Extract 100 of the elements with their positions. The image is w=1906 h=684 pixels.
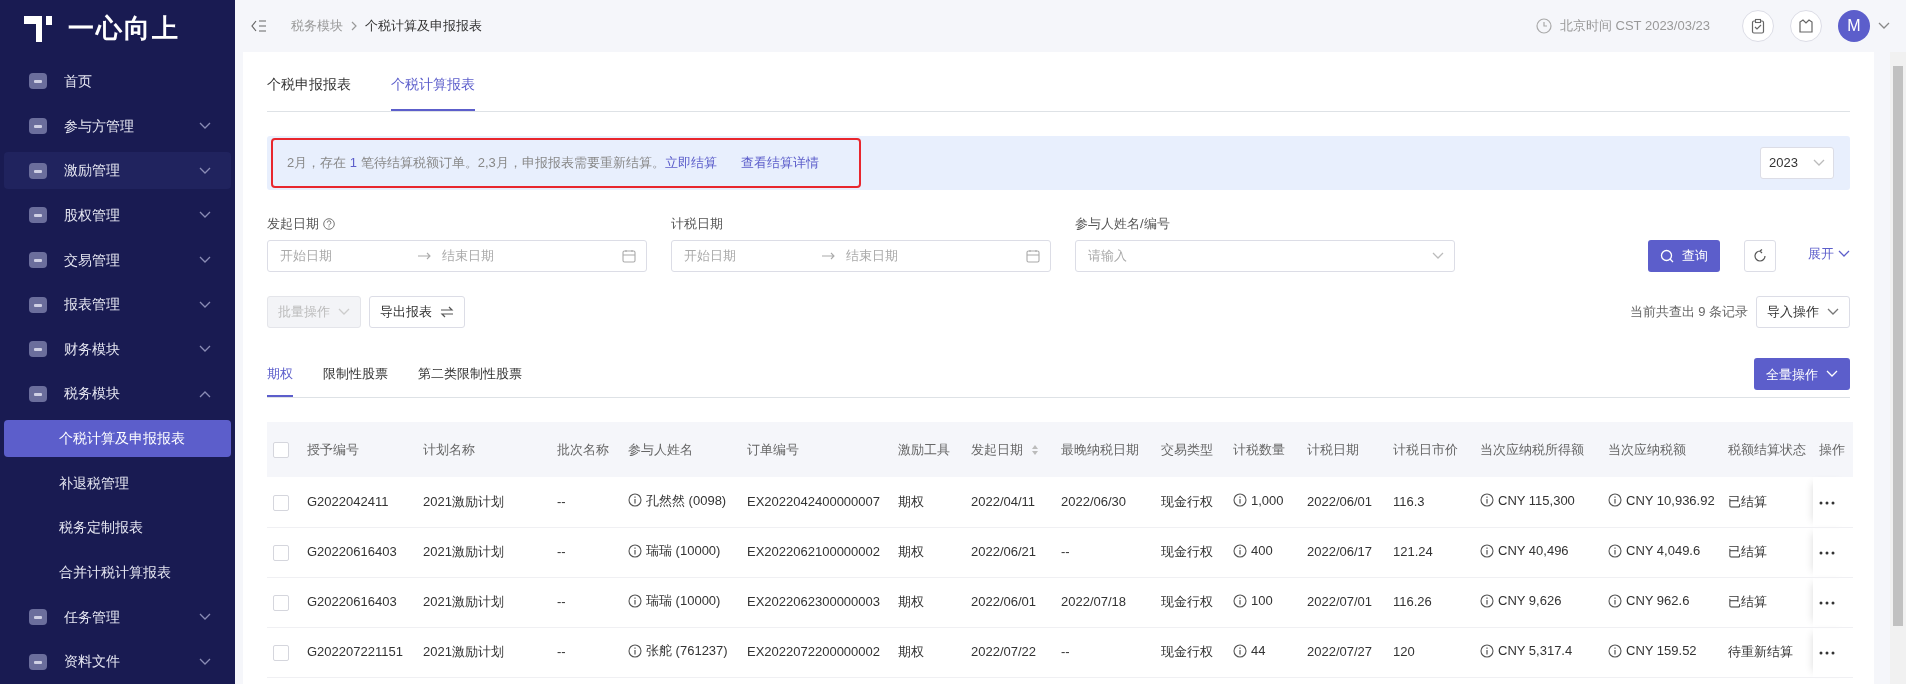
field-label: 发起日期 bbox=[267, 215, 319, 233]
row-checkbox[interactable] bbox=[273, 544, 289, 561]
sub-tab[interactable]: 期权 bbox=[267, 351, 293, 397]
sidebar-item[interactable]: 首页 bbox=[4, 63, 231, 100]
more-icon[interactable] bbox=[1819, 500, 1835, 505]
select-all-checkbox[interactable] bbox=[273, 442, 289, 459]
table-cell: EX2022062300000003 bbox=[747, 594, 881, 610]
table-cell-text: CNY 159.52 bbox=[1626, 641, 1697, 660]
tab[interactable]: 个税申报报表 bbox=[267, 60, 351, 111]
more-icon[interactable] bbox=[1819, 550, 1835, 555]
tab[interactable]: 个税计算报表 bbox=[391, 60, 475, 111]
table-cell: 120 bbox=[1393, 644, 1415, 660]
table-cell: 2022/06/17 bbox=[1307, 544, 1373, 560]
submenu-item[interactable]: 合并计税计算报表 bbox=[4, 554, 231, 591]
end-date-input[interactable]: 结束日期 bbox=[844, 244, 984, 267]
calendar-icon bbox=[1026, 248, 1040, 263]
search-button[interactable]: 查询 bbox=[1648, 239, 1721, 272]
column-header[interactable]: 订单编号 bbox=[747, 439, 799, 460]
calendar-icon bbox=[622, 248, 636, 263]
field-label: 参与人姓名/编号 bbox=[1075, 215, 1171, 233]
chevron-down-icon bbox=[1432, 251, 1444, 260]
sidebar-item[interactable]: 税务模块 bbox=[4, 375, 231, 413]
arrow-right-icon bbox=[822, 251, 836, 260]
table-cell-text: CNY 115,300 bbox=[1498, 491, 1575, 510]
clipboard-button[interactable] bbox=[1742, 10, 1774, 42]
end-date-input[interactable]: 结束日期 bbox=[440, 244, 580, 267]
logo-icon bbox=[24, 15, 52, 42]
refresh-button[interactable] bbox=[1744, 239, 1777, 272]
table-cell-text: 孔然然 (0098) bbox=[646, 491, 727, 510]
menu-icon bbox=[28, 339, 48, 360]
table-cell-text: CNY 40,496 bbox=[1498, 541, 1569, 560]
sidebar-item[interactable]: 财务模块 bbox=[4, 330, 231, 368]
table-cell: 现金行权 bbox=[1161, 594, 1213, 610]
submenu-item[interactable]: 税务定制报表 bbox=[4, 509, 231, 547]
table-cell: 116.3 bbox=[1393, 494, 1425, 509]
row-checkbox[interactable] bbox=[273, 494, 289, 511]
user-avatar[interactable]: M bbox=[1838, 10, 1870, 42]
year-select[interactable]: 2023 bbox=[1760, 147, 1835, 179]
sort-icon[interactable] bbox=[1031, 443, 1039, 456]
row-checkbox[interactable] bbox=[273, 594, 289, 611]
sidebar-item[interactable]: 激励管理 bbox=[4, 152, 231, 190]
submenu-item[interactable]: 补退税管理 bbox=[4, 464, 231, 502]
swap-icon bbox=[440, 305, 454, 318]
table-cell: 期权 bbox=[898, 644, 924, 660]
collapse-menu-icon[interactable] bbox=[251, 19, 267, 33]
table-cell: -- bbox=[557, 494, 566, 509]
table-cell: EX2022062100000002 bbox=[747, 544, 881, 560]
table-cell: -- bbox=[1061, 644, 1070, 660]
table-cell: 2021激励计划 bbox=[423, 494, 504, 509]
import-button[interactable]: 导入操作 bbox=[1756, 295, 1851, 328]
column-header[interactable]: 计划名称 bbox=[423, 439, 475, 460]
table-cell-text: 瑞瑞 (10000) bbox=[646, 591, 721, 610]
sidebar-item[interactable]: 任务管理 bbox=[4, 598, 231, 636]
table-cell-text: 张舵 (761237) bbox=[646, 641, 728, 660]
start-date-input[interactable]: 开始日期 bbox=[278, 244, 418, 267]
table-cell: G20220616403 bbox=[307, 594, 397, 610]
sidebar-item[interactable]: 报表管理 bbox=[4, 286, 231, 323]
logo-text: 一心向上 bbox=[68, 12, 180, 46]
clock-icon bbox=[1535, 18, 1552, 34]
expand-link[interactable]: 展开 bbox=[1808, 244, 1851, 264]
more-icon[interactable] bbox=[1819, 650, 1835, 655]
arrow-right-icon bbox=[418, 251, 432, 260]
scrollbar[interactable] bbox=[1890, 52, 1906, 684]
column-header[interactable]: 授予编号 bbox=[307, 439, 359, 460]
menu-icon bbox=[28, 250, 48, 270]
table-cell: 期权 bbox=[898, 544, 924, 560]
alert-link[interactable]: 立即结算 bbox=[664, 155, 717, 171]
table-cell-text: CNY 5,317.4 bbox=[1498, 641, 1573, 660]
menu-icon bbox=[28, 383, 48, 404]
alert-link[interactable]: 查看结算详情 bbox=[740, 155, 819, 171]
sub-tab[interactable]: 第二类限制性股票 bbox=[418, 351, 522, 397]
more-icon[interactable] bbox=[1819, 600, 1835, 605]
start-date-input[interactable]: 开始日期 bbox=[682, 244, 822, 267]
menu-icon bbox=[28, 205, 48, 226]
table-cell-text: CNY 4,049.6 bbox=[1626, 541, 1701, 560]
shirt-button[interactable] bbox=[1790, 10, 1822, 42]
participant-select[interactable]: 请输入 bbox=[1075, 239, 1455, 272]
sub-tab[interactable]: 限制性股票 bbox=[323, 351, 388, 397]
sidebar-item[interactable]: 股权管理 bbox=[4, 197, 231, 234]
export-button[interactable]: 导出报表 bbox=[369, 295, 465, 328]
sidebar-item[interactable]: 资料文件 bbox=[4, 643, 231, 681]
table-cell: -- bbox=[557, 594, 566, 610]
table-cell: 2022/07/18 bbox=[1061, 594, 1127, 610]
alert-message: 2月，存在 1 笔待结算税额订单。2,3月，申报报表需要重新结算。立即结算 查看结算详情 bbox=[287, 155, 819, 171]
table-cell-text: CNY 9,626 bbox=[1498, 591, 1562, 610]
table-cell: 已结算 bbox=[1728, 594, 1767, 610]
date-range-field[interactable]: 开始日期 结束日期 bbox=[671, 239, 1051, 272]
caret-icon bbox=[1878, 22, 1890, 30]
table-cell: 期权 bbox=[898, 594, 924, 610]
submenu-item[interactable]: 个税计算及申报报表 bbox=[4, 420, 231, 457]
table-cell: -- bbox=[557, 644, 566, 660]
table-cell: 2021激励计划 bbox=[423, 544, 504, 560]
date-range-field[interactable]: 开始日期 结束日期 bbox=[267, 239, 647, 272]
sidebar-item[interactable]: 参与方管理 bbox=[4, 107, 231, 145]
table-cell-text: CNY 962.6 bbox=[1626, 591, 1690, 610]
table-cell: 116.26 bbox=[1393, 594, 1432, 610]
bulk-operation-button[interactable]: 全量操作 bbox=[1754, 358, 1851, 391]
table-cell: 2022/06/01 bbox=[1307, 494, 1373, 509]
row-checkbox[interactable] bbox=[273, 644, 289, 661]
sidebar-item[interactable]: 交易管理 bbox=[4, 241, 231, 279]
